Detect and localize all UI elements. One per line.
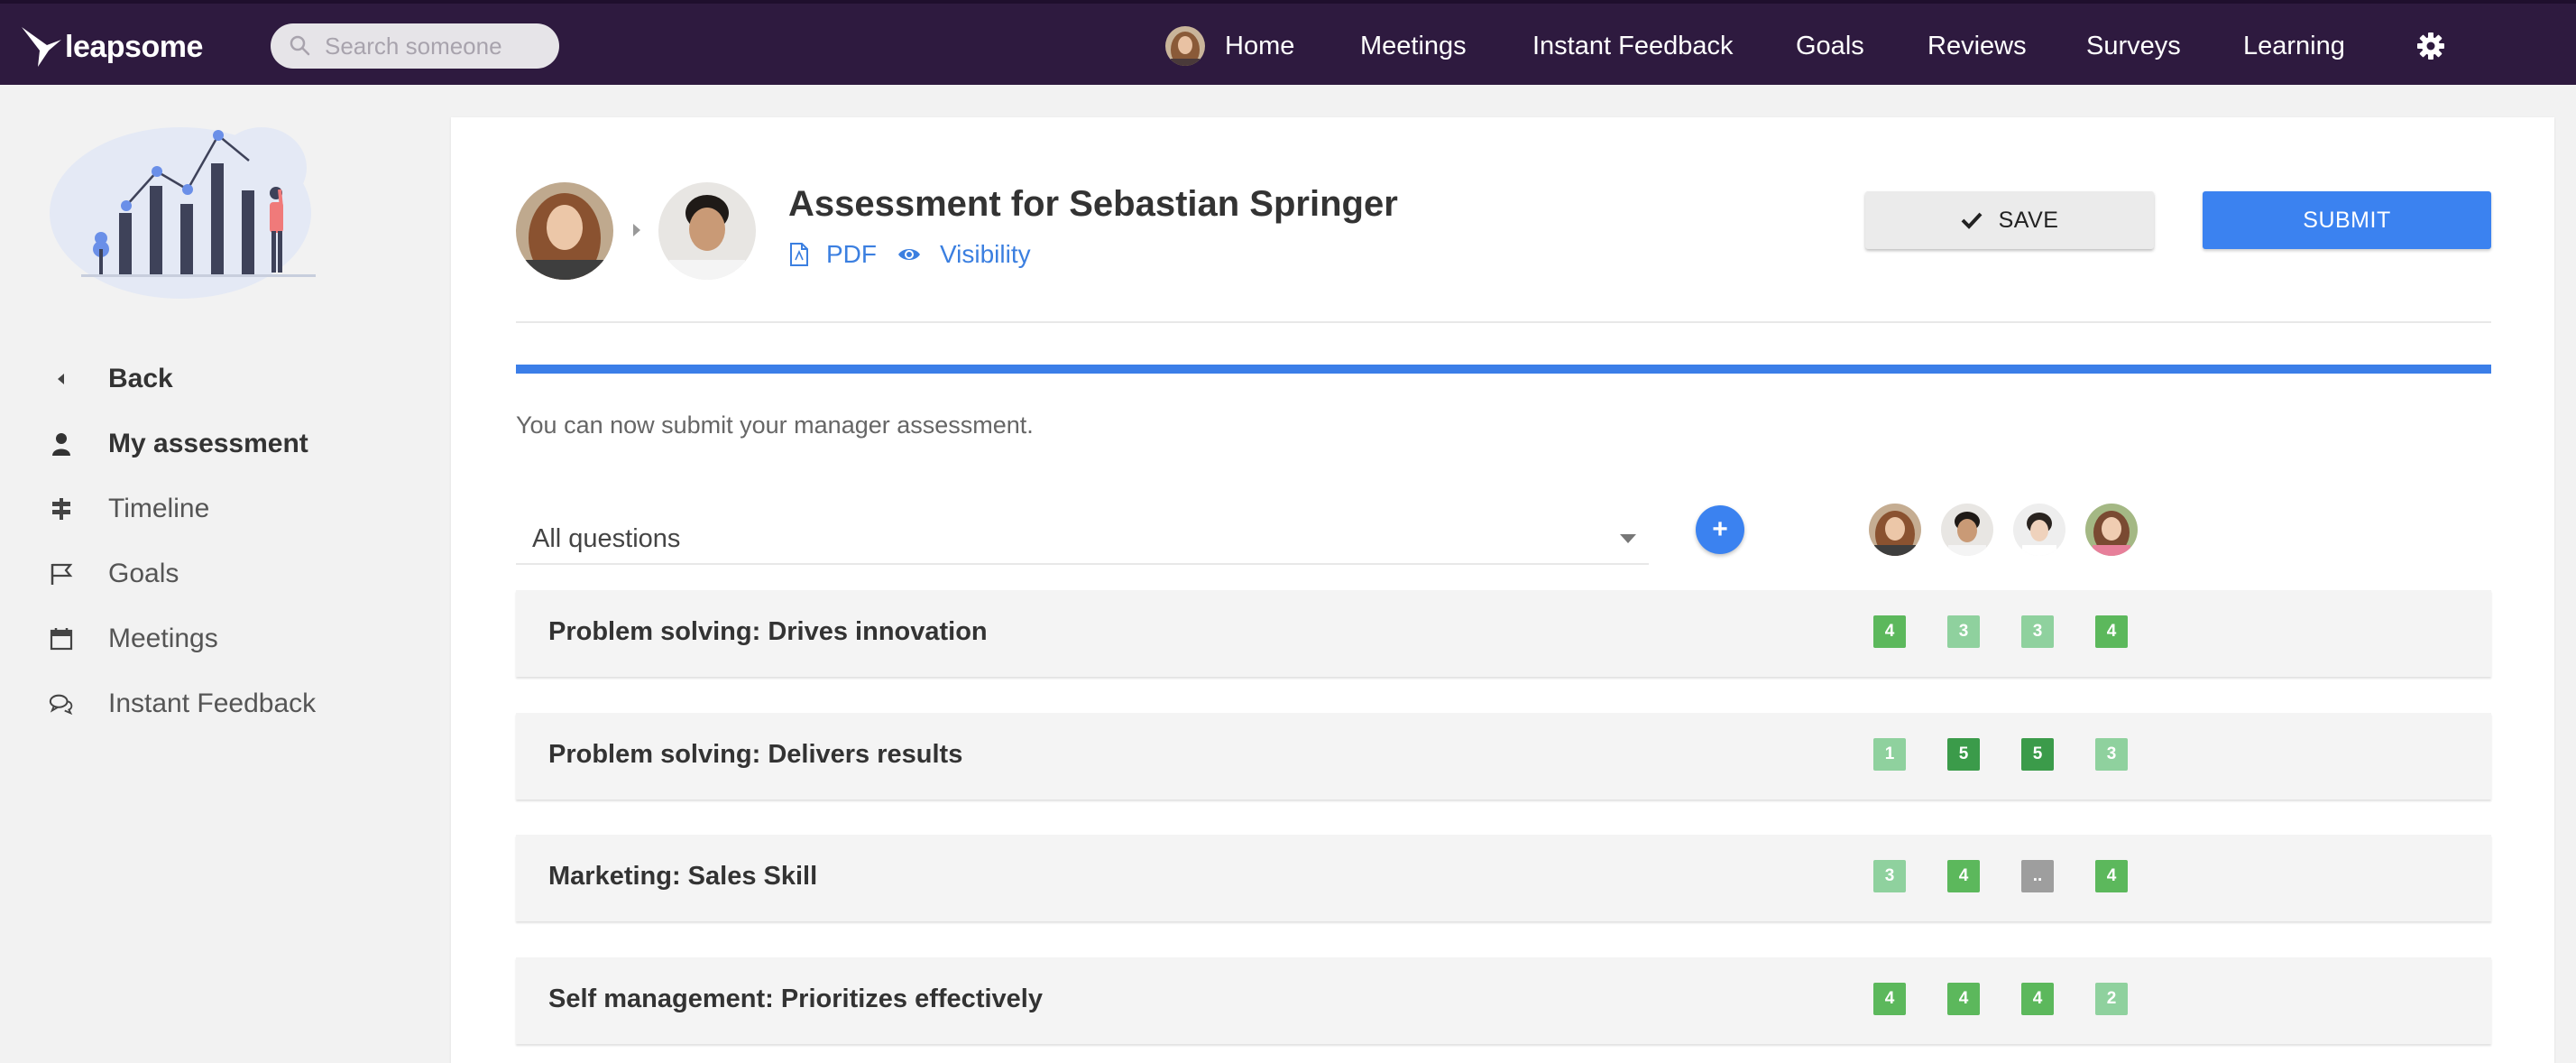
add-reviewer-button[interactable]: + [1696,505,1744,554]
submit-info-text: You can now submit your manager assessme… [516,411,1034,439]
score-badge: 3 [2021,615,2054,648]
bird-logo-icon [22,27,61,67]
score-badge: 5 [2021,738,2054,771]
sidebar-item-instant-feedback-label: Instant Feedback [108,689,317,718]
sidebar-item-goals-label: Goals [108,559,179,588]
sidebar-item-meetings[interactable]: Meetings [49,616,218,661]
nav-learning[interactable]: Learning [2243,23,2345,69]
question-row-1[interactable]: Problem solving: Delivers results 1 5 5 … [516,713,2491,800]
submit-button[interactable]: SUBMIT [2203,191,2491,249]
question-label: Problem solving: Drives innovation [548,617,988,646]
dropdown-caret-icon [1620,534,1636,543]
top-navigation-bar: leapsome Home Meetings Instant Feedback … [0,0,2576,85]
visibility-link-label: Visibility [940,240,1031,268]
progress-bar-fill [516,365,2491,374]
question-row-3[interactable]: Self management: Prioritizes effectively… [516,957,2491,1044]
progress-bar [516,365,2491,374]
score-badge: 4 [2021,983,2054,1015]
app-name: leapsome [65,29,203,64]
score-badge: 1 [1873,738,1906,771]
score-badge: 5 [1947,738,1980,771]
caret-left-icon [49,366,74,392]
score-badge: 4 [1873,983,1906,1015]
nav-surveys-label: Surveys [2086,31,2181,60]
sidebar-item-meetings-label: Meetings [108,624,218,653]
score-badge: 4 [1873,615,1906,648]
save-button[interactable]: SAVE [1865,191,2154,249]
question-filter-select[interactable]: All questions [516,514,1649,565]
user-avatar [1165,26,1205,66]
nav-meetings-label: Meetings [1360,31,1467,60]
score-badge: 4 [2095,615,2128,648]
eye-icon [898,249,920,260]
reviewer-avatar [516,182,613,280]
pdf-file-icon [790,243,808,266]
sidebar-item-my-assessment[interactable]: My assessment [49,421,308,467]
sidebar-item-goals[interactable]: Goals [49,551,179,596]
sidebar-item-back[interactable]: Back [49,356,173,402]
sidebar-item-instant-feedback[interactable]: Instant Feedback [49,681,316,726]
sidebar-item-timeline[interactable]: Timeline [49,486,209,532]
question-row-2[interactable]: Marketing: Sales Skill 3 4 .. 4 [516,835,2491,921]
checkmark-icon [1961,212,1983,229]
nav-learning-label: Learning [2243,31,2345,60]
score-badge: 3 [2095,738,2128,771]
calendar-icon [49,626,74,652]
question-row-0[interactable]: Problem solving: Drives innovation 4 3 3… [516,590,2491,677]
submit-button-label: SUBMIT [2303,207,2391,233]
flag-icon [49,561,74,587]
score-badge: 3 [1947,615,1980,648]
assessment-title: Assessment for Sebastian Springer [788,184,1398,224]
question-label: Self management: Prioritizes effectively [548,984,1043,1013]
nav-home[interactable]: Home [1165,23,1294,69]
question-label: Marketing: Sales Skill [548,862,818,891]
pdf-link-label: PDF [826,240,877,268]
score-badge: 4 [1947,860,1980,892]
nav-goals[interactable]: Goals [1796,23,1864,69]
score-badge: 4 [1947,983,1980,1015]
caret-right-icon [633,224,640,236]
header-divider [516,321,2491,323]
reviewer-column-avatar [1941,504,1993,556]
nav-meetings[interactable]: Meetings [1360,23,1467,69]
reviewer-column-avatar [2085,504,2138,556]
reviewee-avatar [658,182,756,280]
score-badge: 3 [1873,860,1906,892]
nav-instant-feedback-label: Instant Feedback [1532,31,1734,60]
title-actions: PDF Visibility [788,238,1031,271]
search-input[interactable] [325,32,550,60]
reviewer-column-avatar [1869,504,1921,556]
question-label: Problem solving: Delivers results [548,740,963,769]
sidebar-item-my-assessment-label: My assessment [108,429,308,458]
nav-reviews[interactable]: Reviews [1927,23,2027,69]
user-icon [49,431,74,457]
nav-surveys[interactable]: Surveys [2086,23,2181,69]
search-icon [290,35,310,56]
signpost-icon [49,496,74,522]
pdf-link[interactable]: PDF [788,240,877,269]
nav-goals-label: Goals [1796,31,1864,60]
sidebar-item-timeline-label: Timeline [108,494,210,523]
visibility-link[interactable]: Visibility [897,240,1031,269]
settings-gear-icon[interactable] [2415,31,2446,61]
leapsome-logo[interactable]: leapsome [20,23,203,70]
reviewer-column-avatar [2013,504,2065,556]
chat-bubbles-icon [49,691,74,716]
sidebar-item-back-label: Back [108,364,173,393]
analytics-illustration [50,127,316,299]
search-bar[interactable] [271,23,559,69]
score-badge: 2 [2095,983,2128,1015]
score-badge: 4 [2095,860,2128,892]
save-button-label: SAVE [1998,207,2059,233]
nav-reviews-label: Reviews [1927,31,2027,60]
nav-instant-feedback[interactable]: Instant Feedback [1532,23,1733,69]
add-reviewer-plus-icon: + [1712,514,1728,544]
nav-home-label: Home [1225,31,1295,60]
score-badge: .. [2021,860,2054,892]
question-filter-value: All questions [532,523,681,553]
